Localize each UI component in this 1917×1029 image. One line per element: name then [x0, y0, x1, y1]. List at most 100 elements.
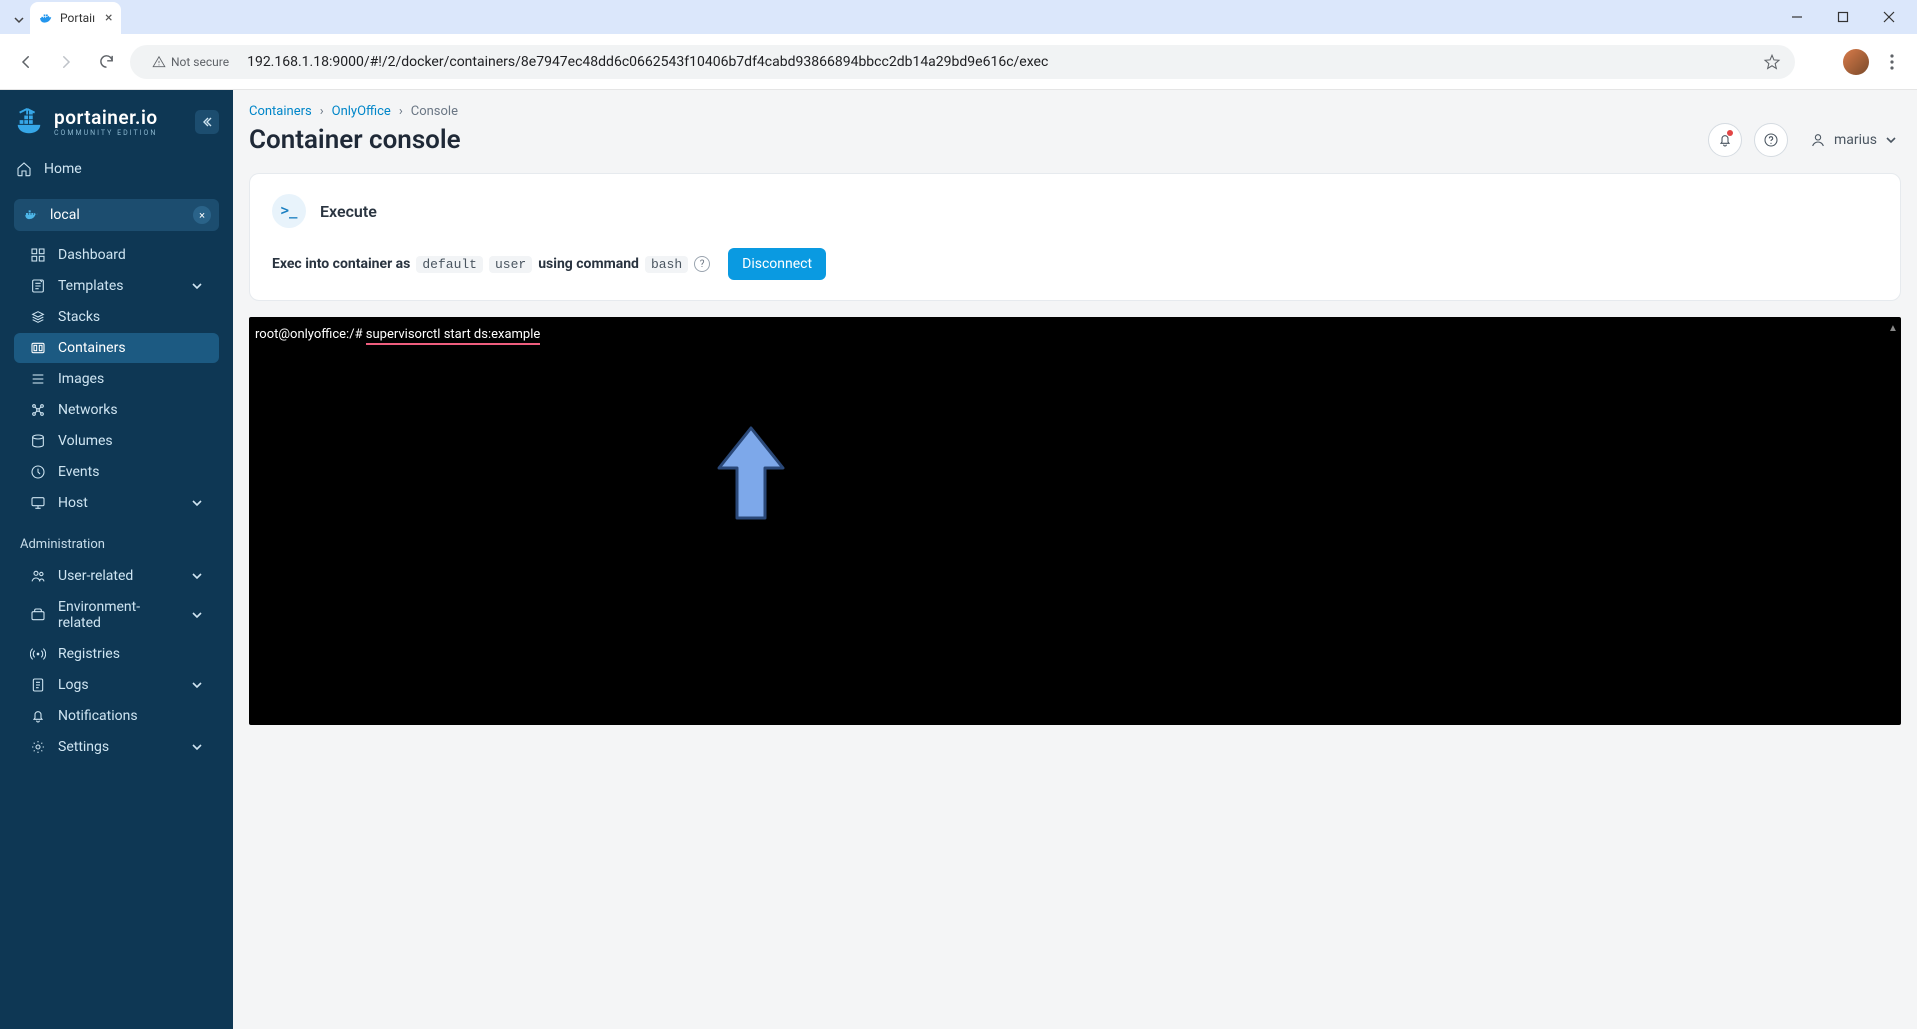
profile-avatar[interactable]	[1843, 49, 1869, 75]
browser-tab[interactable]: Portaiı ×	[30, 2, 121, 34]
sidebar: portainer.io COMMUNITY EDITION Home loca…	[0, 90, 233, 1029]
nav-forward-icon[interactable]	[50, 46, 82, 78]
sidebar-item-label: Host	[58, 495, 88, 511]
dashboard-icon	[30, 247, 46, 263]
notification-dot-icon	[1727, 130, 1733, 136]
sidebar-item-user-related[interactable]: User-related	[14, 561, 219, 591]
sidebar-item-label: Notifications	[58, 708, 138, 724]
sidebar-item-networks[interactable]: Networks	[14, 395, 219, 425]
disconnect-button[interactable]: Disconnect	[728, 248, 826, 280]
exec-description: Exec into container as default user usin…	[272, 248, 1878, 280]
help-button[interactable]	[1754, 123, 1788, 157]
bookmark-star-icon[interactable]	[1763, 53, 1781, 71]
help-tooltip-icon[interactable]: ?	[694, 256, 710, 272]
images-icon	[30, 371, 46, 387]
chevron-down-icon	[191, 609, 203, 621]
nav-reload-icon[interactable]	[90, 46, 122, 78]
networks-icon	[30, 402, 46, 418]
docker-icon	[24, 207, 40, 223]
terminal[interactable]: root@onlyoffice:/# supervisorctl start d…	[249, 317, 1901, 725]
window-minimize[interactable]	[1783, 3, 1811, 31]
execute-title: Execute	[320, 202, 377, 221]
exec-user-default: default	[416, 256, 483, 273]
sidebar-item-notifications[interactable]: Notifications	[14, 701, 219, 731]
admin-section-label: Administration	[0, 519, 233, 560]
notifications-button[interactable]	[1708, 123, 1742, 157]
sidebar-collapse-button[interactable]	[195, 110, 219, 134]
chevron-down-icon	[191, 741, 203, 753]
browser-menu-icon[interactable]	[1877, 47, 1907, 77]
page-header: Container console marius	[233, 123, 1917, 173]
window-controls	[1783, 0, 1917, 34]
sidebar-item-label: Images	[58, 371, 104, 387]
browser-chrome: Portaiı × Not secure 192.168.1.18:9000/#…	[0, 0, 1917, 90]
tab-title: Portaiı	[60, 11, 95, 25]
portainer-logo-icon	[14, 107, 44, 137]
chevron-down-icon	[1885, 134, 1897, 146]
sidebar-item-templates[interactable]: Templates	[14, 271, 219, 301]
breadcrumb-containers[interactable]: Containers	[249, 104, 312, 119]
page-title: Container console	[249, 125, 461, 155]
sidebar-item-label: Volumes	[58, 433, 113, 449]
bell-icon	[30, 708, 46, 724]
tab-close-icon[interactable]: ×	[105, 10, 112, 26]
sidebar-item-label: Stacks	[58, 309, 100, 325]
sidebar-item-label: Networks	[58, 402, 118, 418]
sidebar-item-dashboard[interactable]: Dashboard	[14, 240, 219, 270]
users-icon	[30, 568, 46, 584]
sidebar-home-label: Home	[44, 161, 82, 177]
tab-favicon-icon	[38, 10, 54, 26]
containers-icon	[30, 340, 46, 356]
logo-row: portainer.io COMMUNITY EDITION	[0, 102, 233, 151]
chevron-down-icon	[191, 497, 203, 509]
chevron-left-icon	[201, 116, 213, 128]
chevron-down-icon	[191, 280, 203, 292]
execute-card: >_ Execute Exec into container as defaul…	[249, 173, 1901, 301]
exec-cmd: bash	[645, 256, 688, 273]
window-maximize[interactable]	[1829, 3, 1857, 31]
breadcrumb-onlyoffice[interactable]: OnlyOffice	[332, 104, 391, 119]
radio-icon	[30, 646, 46, 662]
sidebar-item-host[interactable]: Host	[14, 488, 219, 518]
sidebar-item-logs[interactable]: Logs	[14, 670, 219, 700]
logo-edition: COMMUNITY EDITION	[54, 129, 158, 137]
not-secure-badge[interactable]: Not secure	[144, 53, 237, 71]
sidebar-item-label: Settings	[58, 739, 109, 755]
environment-close-icon[interactable]: ×	[193, 206, 211, 224]
terminal-scrollbar-up-icon[interactable]: ▲	[1887, 321, 1899, 335]
user-menu[interactable]: marius	[1800, 126, 1901, 154]
sidebar-item-label: Events	[58, 464, 99, 480]
sidebar-item-images[interactable]: Images	[14, 364, 219, 394]
sidebar-item-label: Containers	[58, 340, 126, 356]
events-icon	[30, 464, 46, 480]
nav-back-icon[interactable]	[10, 46, 42, 78]
env-icon	[30, 607, 46, 623]
sidebar-item-label: Templates	[58, 278, 124, 294]
breadcrumb-sep-icon: ›	[320, 104, 324, 119]
address-bar[interactable]: Not secure 192.168.1.18:9000/#!/2/docker…	[130, 45, 1795, 79]
logo-text-block: portainer.io COMMUNITY EDITION	[54, 106, 158, 137]
environment-label: local	[50, 207, 80, 223]
window-close[interactable]	[1875, 3, 1903, 31]
exec-mid: using command	[538, 256, 639, 272]
stacks-icon	[30, 309, 46, 325]
help-icon	[1763, 132, 1779, 148]
app-root: portainer.io COMMUNITY EDITION Home loca…	[0, 90, 1917, 1029]
sidebar-item-containers[interactable]: Containers	[14, 333, 219, 363]
logo-text: portainer.io	[54, 106, 158, 129]
sidebar-item-stacks[interactable]: Stacks	[14, 302, 219, 332]
sidebar-home[interactable]: Home	[0, 151, 233, 187]
sidebar-item-label: Logs	[58, 677, 89, 693]
sidebar-item-label: User-related	[58, 568, 133, 584]
terminal-command: supervisorctl start ds:example	[366, 327, 541, 345]
terminal-line: root@onlyoffice:/# supervisorctl start d…	[255, 327, 1895, 342]
logs-icon	[30, 677, 46, 693]
sidebar-item-label: Environment-related	[58, 599, 179, 631]
sidebar-item-registries[interactable]: Registries	[14, 639, 219, 669]
sidebar-item-environment-related[interactable]: Environment-related	[14, 592, 219, 638]
sidebar-item-events[interactable]: Events	[14, 457, 219, 487]
environment-pill[interactable]: local ×	[14, 199, 219, 231]
sidebar-item-volumes[interactable]: Volumes	[14, 426, 219, 456]
tab-list-dropdown[interactable]	[8, 6, 30, 34]
sidebar-item-settings[interactable]: Settings	[14, 732, 219, 762]
